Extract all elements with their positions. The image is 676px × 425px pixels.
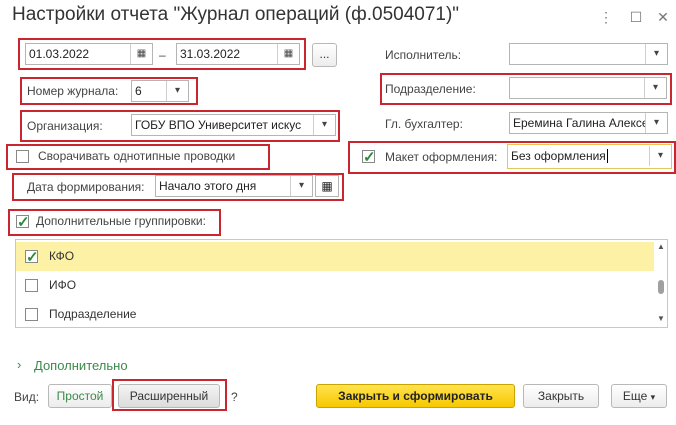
chevron-down-icon[interactable]: ▾ bbox=[645, 113, 667, 133]
list-item-checkbox[interactable] bbox=[25, 308, 38, 321]
chevron-down-icon[interactable]: ▾ bbox=[290, 176, 312, 196]
list-item[interactable]: ИФО bbox=[16, 271, 654, 300]
department-label: Подразделение: bbox=[385, 82, 476, 96]
layout-checkbox[interactable]: ✓ bbox=[362, 150, 376, 165]
period-from-value: 01.03.2022 bbox=[29, 47, 90, 61]
executor-field[interactable]: ▾ bbox=[509, 43, 668, 65]
layout-value: Без оформления bbox=[511, 149, 606, 163]
organization-label: Организация: bbox=[27, 119, 103, 133]
calendar-icon[interactable]: ▦ bbox=[315, 175, 339, 197]
view-extended-button[interactable]: Расширенный bbox=[118, 384, 220, 408]
scroll-up-icon[interactable]: ▲ bbox=[657, 242, 665, 251]
chevron-down-icon[interactable]: ▾ bbox=[645, 44, 667, 64]
date-formation-value: Начало этого дня bbox=[159, 179, 257, 193]
extra-section-toggle[interactable]: Дополнительно bbox=[34, 358, 128, 373]
list-item[interactable]: Подразделение bbox=[16, 300, 654, 329]
chief-accountant-field[interactable]: Еремина Галина Алексе ▾ bbox=[509, 112, 668, 134]
window-title: Настройки отчета "Журнал операций (ф.050… bbox=[12, 4, 460, 25]
close-and-generate-button[interactable]: Закрыть и сформировать bbox=[316, 384, 515, 408]
list-item-label: ИФО bbox=[49, 278, 77, 292]
close-button[interactable]: Закрыть bbox=[523, 384, 599, 408]
chevron-down-icon[interactable]: ▾ bbox=[166, 81, 188, 101]
view-simple-button[interactable]: Простой bbox=[48, 384, 112, 408]
period-from-field[interactable]: 01.03.2022 ▦ bbox=[25, 43, 153, 65]
chief-accountant-label: Гл. бухгалтер: bbox=[385, 117, 463, 131]
period-dash: – bbox=[159, 48, 166, 62]
journal-number-value: 6 bbox=[135, 84, 142, 98]
date-formation-label: Дата формирования: bbox=[27, 180, 145, 194]
view-label: Вид: bbox=[14, 390, 40, 404]
close-icon[interactable]: ✕ bbox=[655, 9, 671, 25]
period-select-button[interactable]: ... bbox=[312, 43, 337, 67]
journal-number-field[interactable]: 6 ▾ bbox=[131, 80, 189, 102]
list-item-checkbox[interactable] bbox=[25, 279, 38, 292]
more-button-label: Еще bbox=[622, 389, 648, 403]
chevron-down-icon[interactable]: ▾ bbox=[313, 115, 335, 135]
department-field[interactable]: ▾ bbox=[509, 77, 667, 99]
list-item-checkbox[interactable]: ✓ bbox=[25, 250, 39, 265]
chevron-down-icon[interactable]: ▾ bbox=[644, 78, 666, 98]
chevron-down-icon: ▾ bbox=[650, 392, 656, 402]
list-scrollbar[interactable]: ▲ ▼ bbox=[656, 242, 666, 325]
scroll-thumb[interactable] bbox=[658, 280, 664, 294]
layout-label: Макет оформления: bbox=[385, 150, 498, 164]
calendar-icon[interactable]: ▦ bbox=[277, 44, 299, 64]
journal-label: Номер журнала: bbox=[27, 84, 119, 98]
date-formation-field[interactable]: Начало этого дня ▾ bbox=[155, 175, 313, 197]
period-to-field[interactable]: 31.03.2022 ▦ bbox=[176, 43, 300, 65]
groupings-label: Дополнительные группировки: bbox=[36, 214, 206, 228]
list-item[interactable]: ✓ КФО bbox=[16, 242, 654, 271]
collapse-label: Сворачивать однотипные проводки bbox=[38, 149, 236, 163]
organization-field[interactable]: ГОБУ ВПО Университет искус ▾ bbox=[131, 114, 336, 136]
list-item-label: КФО bbox=[49, 249, 75, 263]
groupings-list: ✓ КФО ИФО Подразделение ▲ ▼ bbox=[15, 239, 668, 328]
help-icon[interactable]: ? bbox=[231, 389, 238, 405]
chevron-right-icon[interactable]: › bbox=[17, 357, 21, 372]
layout-field[interactable]: Без оформления ▾ bbox=[507, 144, 672, 169]
more-vertical-icon[interactable]: ⋮ bbox=[598, 9, 614, 25]
more-button[interactable]: Еще ▾ bbox=[611, 384, 667, 408]
calendar-icon[interactable]: ▦ bbox=[130, 44, 152, 64]
collapse-checkbox[interactable] bbox=[16, 150, 29, 163]
scroll-down-icon[interactable]: ▼ bbox=[657, 314, 665, 323]
organization-value: ГОБУ ВПО Университет искус bbox=[135, 118, 302, 132]
groupings-checkbox[interactable]: ✓ bbox=[16, 215, 30, 230]
period-to-value: 31.03.2022 bbox=[180, 47, 241, 61]
chevron-down-icon[interactable]: ▾ bbox=[649, 146, 671, 166]
chief-accountant-value: Еремина Галина Алексе bbox=[513, 116, 649, 130]
list-item-label: Подразделение bbox=[49, 307, 137, 321]
maximize-icon[interactable]: ☐ bbox=[628, 9, 644, 25]
executor-label: Исполнитель: bbox=[385, 48, 462, 62]
